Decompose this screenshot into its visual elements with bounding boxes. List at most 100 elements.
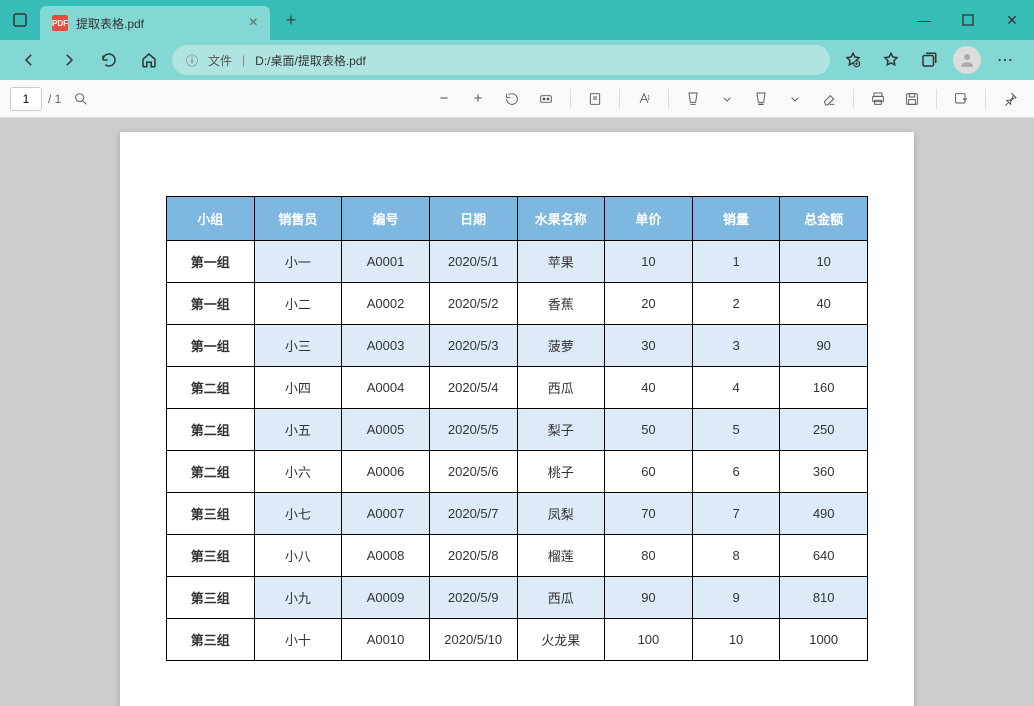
url-path: D:/桌面/提取表格.pdf <box>255 52 366 69</box>
chevron-down-icon[interactable] <box>781 85 809 113</box>
table-cell: 50 <box>605 409 693 451</box>
rotate-button[interactable] <box>498 85 526 113</box>
search-icon[interactable] <box>67 85 95 113</box>
pdf-viewport[interactable]: 小组销售员编号日期水果名称单价销量总金额 第一组小一A00012020/5/1苹… <box>0 118 1034 706</box>
table-cell: A0005 <box>342 409 430 451</box>
close-window-button[interactable]: ✕ <box>990 0 1034 40</box>
menu-button[interactable]: ⋯ <box>988 43 1022 77</box>
table-cell: 7 <box>692 493 780 535</box>
table-cell: 60 <box>605 451 693 493</box>
table-cell: 第一组 <box>167 241 255 283</box>
chevron-down-icon[interactable] <box>713 85 741 113</box>
save-button[interactable] <box>898 85 926 113</box>
table-cell: 第一组 <box>167 325 255 367</box>
table-cell: A0006 <box>342 451 430 493</box>
table-cell: 90 <box>605 577 693 619</box>
table-header: 日期 <box>429 197 517 241</box>
table-cell: 小二 <box>254 283 342 325</box>
table-row: 第二组小四A00042020/5/4西瓜404160 <box>167 367 868 409</box>
collections-button[interactable] <box>912 43 946 77</box>
back-button[interactable] <box>12 43 46 77</box>
table-cell: 2020/5/7 <box>429 493 517 535</box>
table-cell: 凤梨 <box>517 493 605 535</box>
pin-toolbar-button[interactable] <box>996 85 1024 113</box>
favorites-list-button[interactable] <box>874 43 908 77</box>
draw-button[interactable] <box>747 85 775 113</box>
browser-tab[interactable]: PDF 提取表格.pdf × <box>40 6 270 40</box>
table-cell: 30 <box>605 325 693 367</box>
table-header: 总金额 <box>780 197 868 241</box>
page-total-label: / 1 <box>48 92 61 106</box>
url-divider: | <box>242 53 245 67</box>
table-row: 第二组小五A00052020/5/5梨子505250 <box>167 409 868 451</box>
table-cell: 1000 <box>780 619 868 661</box>
close-tab-icon[interactable]: × <box>249 14 258 32</box>
table-header: 小组 <box>167 197 255 241</box>
table-cell: A0004 <box>342 367 430 409</box>
print-button[interactable] <box>864 85 892 113</box>
table-cell: 香蕉 <box>517 283 605 325</box>
fit-page-button[interactable] <box>532 85 560 113</box>
favorite-button[interactable] <box>836 43 870 77</box>
table-cell: 70 <box>605 493 693 535</box>
table-cell: 5 <box>692 409 780 451</box>
table-header: 销量 <box>692 197 780 241</box>
table-cell: 90 <box>780 325 868 367</box>
profile-button[interactable] <box>950 43 984 77</box>
refresh-button[interactable] <box>92 43 126 77</box>
highlight-button[interactable] <box>679 85 707 113</box>
table-cell: 2020/5/3 <box>429 325 517 367</box>
pdf-page: 小组销售员编号日期水果名称单价销量总金额 第一组小一A00012020/5/1苹… <box>120 132 914 706</box>
table-cell: 2020/5/1 <box>429 241 517 283</box>
read-aloud-button[interactable] <box>630 85 658 113</box>
table-cell: 810 <box>780 577 868 619</box>
table-cell: 10 <box>780 241 868 283</box>
table-cell: 桃子 <box>517 451 605 493</box>
table-cell: 250 <box>780 409 868 451</box>
navigation-bar: ⓘ 文件 | D:/桌面/提取表格.pdf ⋯ <box>0 40 1034 80</box>
page-number-input[interactable] <box>10 87 42 111</box>
tab-title: 提取表格.pdf <box>76 15 241 32</box>
table-cell: 2020/5/9 <box>429 577 517 619</box>
table-cell: 2020/5/8 <box>429 535 517 577</box>
table-cell: 2020/5/5 <box>429 409 517 451</box>
pdf-file-icon: PDF <box>52 15 68 31</box>
table-cell: 小六 <box>254 451 342 493</box>
table-cell: 小八 <box>254 535 342 577</box>
table-cell: 小一 <box>254 241 342 283</box>
table-cell: A0008 <box>342 535 430 577</box>
table-cell: 小五 <box>254 409 342 451</box>
forward-button[interactable] <box>52 43 86 77</box>
minimize-button[interactable]: — <box>902 0 946 40</box>
erase-button[interactable] <box>815 85 843 113</box>
home-button[interactable] <box>132 43 166 77</box>
url-bar[interactable]: ⓘ 文件 | D:/桌面/提取表格.pdf <box>172 45 830 75</box>
table-cell: A0007 <box>342 493 430 535</box>
table-cell: 6 <box>692 451 780 493</box>
table-cell: 小四 <box>254 367 342 409</box>
maximize-button[interactable] <box>946 0 990 40</box>
page-view-button[interactable] <box>581 85 609 113</box>
zoom-out-button[interactable]: − <box>430 85 458 113</box>
table-cell: 1 <box>692 241 780 283</box>
table-header: 销售员 <box>254 197 342 241</box>
info-icon: ⓘ <box>186 52 198 69</box>
table-cell: 2020/5/6 <box>429 451 517 493</box>
table-cell: 490 <box>780 493 868 535</box>
table-header: 单价 <box>605 197 693 241</box>
table-cell: 第三组 <box>167 493 255 535</box>
table-cell: 360 <box>780 451 868 493</box>
table-cell: 小九 <box>254 577 342 619</box>
data-table: 小组销售员编号日期水果名称单价销量总金额 第一组小一A00012020/5/1苹… <box>166 196 868 661</box>
table-header-row: 小组销售员编号日期水果名称单价销量总金额 <box>167 197 868 241</box>
save-as-button[interactable] <box>947 85 975 113</box>
table-cell: 小七 <box>254 493 342 535</box>
zoom-in-button[interactable]: + <box>464 85 492 113</box>
table-cell: 火龙果 <box>517 619 605 661</box>
table-cell: 2 <box>692 283 780 325</box>
table-cell: 10 <box>692 619 780 661</box>
table-row: 第三组小八A00082020/5/8榴莲808640 <box>167 535 868 577</box>
table-cell: 9 <box>692 577 780 619</box>
new-tab-button[interactable]: + <box>276 5 306 35</box>
table-cell: 第二组 <box>167 367 255 409</box>
